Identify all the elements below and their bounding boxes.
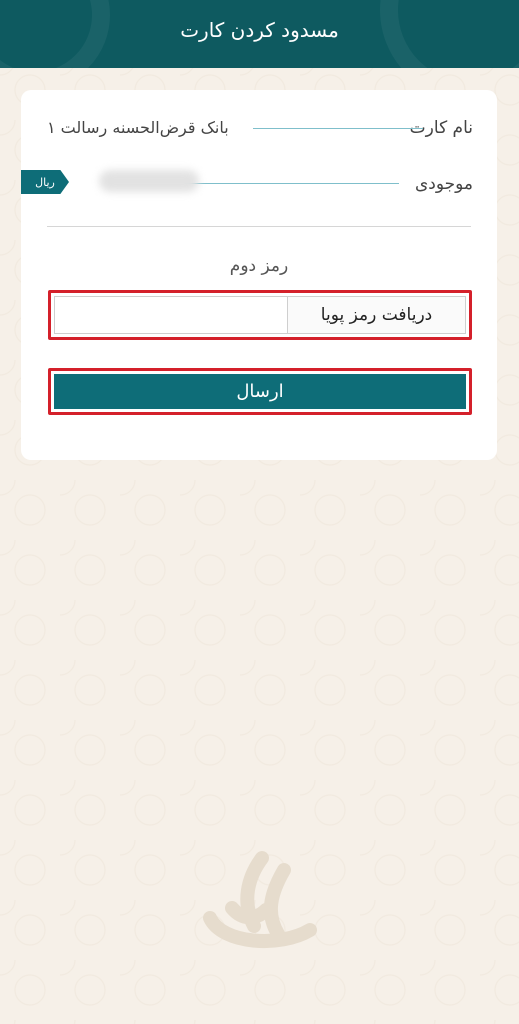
second-pin-input[interactable] [55,297,287,333]
balance-label: موجودی [414,174,473,194]
page-title: مسدود کردن کارت [180,18,339,42]
card-name-leader-line [253,128,423,129]
card-name-value: بانک قرض‌الحسنه رسالت ۱ [47,118,229,137]
currency-badge: ریال [21,170,69,194]
balance-value-hidden [99,170,199,192]
section-divider [47,226,471,227]
card-block-form: نام کارت بانک قرض‌الحسنه رسالت ۱ موجودی … [21,90,497,460]
resalat-logo-watermark-icon [203,851,317,949]
second-pin-field-inner: دریافت رمز پویا [54,296,466,334]
second-pin-field-group: دریافت رمز پویا [48,290,472,340]
get-dynamic-pin-button[interactable]: دریافت رمز پویا [287,297,465,333]
balance-leader-line [185,183,399,184]
second-pin-label: رمز دوم [229,256,289,276]
submit-button[interactable]: ارسال [54,374,466,409]
app-header: مسدود کردن کارت [0,0,519,68]
submit-button-highlight: ارسال [48,368,472,415]
